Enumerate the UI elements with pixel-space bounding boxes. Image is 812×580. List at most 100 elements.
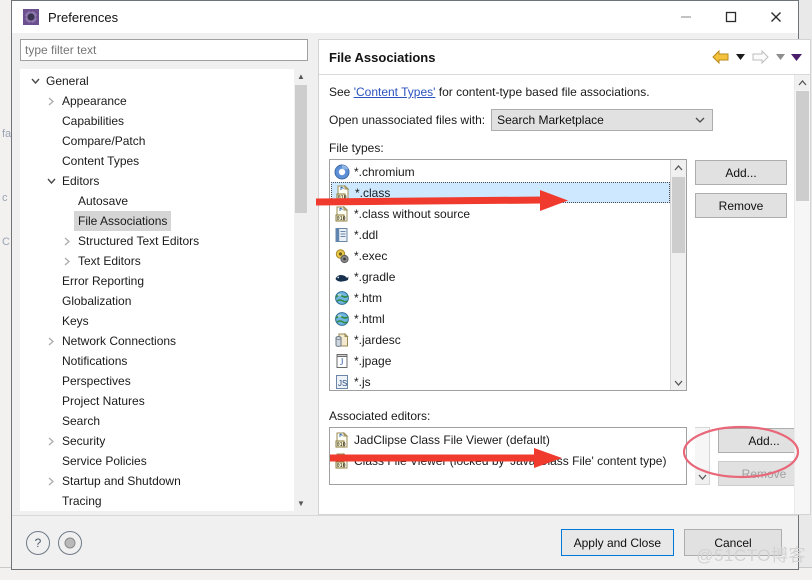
- sidebar-item-content-types[interactable]: Content Types: [20, 151, 294, 171]
- chevron-right-icon[interactable]: [44, 431, 58, 451]
- file-type-row[interactable]: *.html: [330, 308, 671, 329]
- sidebar-item-startup-and-shutdown[interactable]: Startup and Shutdown: [20, 471, 294, 491]
- sidebar-item-search[interactable]: Search: [20, 411, 294, 431]
- types-scroll-up-icon[interactable]: [671, 160, 685, 175]
- sidebar-item-text-editors[interactable]: Text Editors: [20, 251, 294, 271]
- sidebar-item-label: Autosave: [78, 194, 129, 208]
- types-scroll-down-icon[interactable]: [671, 375, 685, 390]
- minimize-button[interactable]: [663, 1, 708, 32]
- types-scrollbar-thumb[interactable]: [672, 177, 685, 253]
- sidebar-item-label: Text Editors: [78, 254, 141, 268]
- sidebar-item-project-natures[interactable]: Project Natures: [20, 391, 294, 411]
- tree-scroll-up-icon[interactable]: ▲: [294, 69, 308, 84]
- sidebar-item-capabilities[interactable]: Capabilities: [20, 111, 294, 131]
- file-type-row[interactable]: *.htm: [330, 287, 671, 308]
- sidebar-item-network-connections[interactable]: Network Connections: [20, 331, 294, 351]
- sidebar-item-globalization[interactable]: Globalization: [20, 291, 294, 311]
- file-type-row[interactable]: *.ddl: [330, 224, 671, 245]
- file-type-row[interactable]: JS *.js: [330, 371, 671, 390]
- file-types-remove-button[interactable]: Remove: [695, 193, 787, 218]
- close-button[interactable]: [753, 1, 798, 32]
- sidebar-item-general[interactable]: General: [20, 71, 294, 91]
- maximize-button[interactable]: [708, 1, 753, 32]
- file-type-name: *.htm: [354, 290, 383, 305]
- sidebar-item-structured-text-editors[interactable]: Structured Text Editors: [20, 231, 294, 251]
- panel-header: File Associations: [319, 40, 810, 75]
- associated-editors-scrollbar[interactable]: [695, 427, 710, 485]
- sidebar-item-editors[interactable]: Editors: [20, 171, 294, 191]
- svg-text:010: 010: [338, 195, 347, 201]
- record-circle-icon[interactable]: [58, 530, 82, 555]
- file-type-name: *.html: [354, 311, 385, 326]
- exec-file-icon: [334, 248, 350, 264]
- sidebar-item-appearance[interactable]: Appearance: [20, 91, 294, 111]
- associated-editor-row[interactable]: 010 JadClipse Class File Viewer (default): [330, 429, 686, 450]
- chevron-down-icon[interactable]: [28, 71, 42, 91]
- sidebar-item-label: Capabilities: [62, 114, 125, 128]
- file-types-label: File types:: [329, 141, 384, 155]
- file-types-list[interactable]: *.chromium 010 *.class 010 *.class without s…: [329, 159, 687, 391]
- forward-menu-chevron-down-icon[interactable]: [774, 47, 786, 67]
- panel-scroll-up-icon[interactable]: [795, 75, 809, 90]
- footer-buttons: Apply and Close Cancel: [560, 529, 782, 556]
- jpage-icon: J: [334, 353, 350, 369]
- bg-ghost-text-2: C: [2, 236, 10, 248]
- filter-input[interactable]: [20, 39, 308, 61]
- tree-scrollbar-thumb[interactable]: [295, 85, 307, 213]
- sidebar-item-file-associations[interactable]: File Associations: [20, 211, 294, 231]
- panel-vertical-scrollbar[interactable]: [794, 75, 810, 514]
- sidebar-item-label: Globalization: [62, 294, 132, 308]
- sidebar-item-service-policies[interactable]: Service Policies: [20, 451, 294, 471]
- chevron-right-icon[interactable]: [60, 251, 74, 271]
- globe-icon: [334, 311, 350, 327]
- sidebar-item-security[interactable]: Security: [20, 431, 294, 451]
- assoc-scroll-down-icon[interactable]: [695, 469, 709, 484]
- view-menu-chevron-icon[interactable]: [790, 47, 802, 67]
- file-types-scrollbar[interactable]: [670, 160, 686, 390]
- sidebar-item-keys[interactable]: Keys: [20, 311, 294, 331]
- file-types-add-button[interactable]: Add...: [695, 160, 787, 185]
- file-type-row[interactable]: 010 *.class without source: [330, 203, 671, 224]
- sidebar-item-perspectives[interactable]: Perspectives: [20, 371, 294, 391]
- file-type-row[interactable]: *.jardesc: [330, 329, 671, 350]
- sidebar-item-label: Perspectives: [62, 374, 131, 388]
- globe-icon: [334, 290, 350, 306]
- file-type-row[interactable]: *.chromium: [330, 161, 671, 182]
- open-unassociated-combo[interactable]: Search Marketplace: [491, 109, 714, 131]
- sidebar-item-compare-patch[interactable]: Compare/Patch: [20, 131, 294, 151]
- file-type-row[interactable]: 010 *.class: [331, 182, 670, 203]
- back-arrow-icon[interactable]: [710, 47, 730, 67]
- file-type-row[interactable]: *.exec: [330, 245, 671, 266]
- tree-vertical-scrollbar[interactable]: ▲ ▼: [294, 69, 308, 511]
- sidebar-item-label: Security: [62, 434, 106, 448]
- back-menu-chevron-down-icon[interactable]: [734, 47, 746, 67]
- chevron-right-icon[interactable]: [44, 91, 58, 111]
- help-question-icon[interactable]: ?: [26, 530, 50, 555]
- file-type-row[interactable]: *.gradle: [330, 266, 671, 287]
- chevron-right-icon[interactable]: [60, 231, 74, 251]
- sidebar-item-tracing[interactable]: Tracing: [20, 491, 294, 511]
- content-types-link[interactable]: 'Content Types': [354, 85, 436, 99]
- sidebar-item-label: Compare/Patch: [62, 134, 146, 148]
- sidebar-item-autosave[interactable]: Autosave: [20, 191, 294, 211]
- tree-scroll-down-icon[interactable]: ▼: [294, 496, 308, 511]
- chevron-right-icon[interactable]: [44, 471, 58, 491]
- panel-scrollbar-thumb[interactable]: [796, 91, 809, 201]
- apply-and-close-button[interactable]: Apply and Close: [560, 529, 674, 556]
- chevron-right-icon[interactable]: [44, 331, 58, 351]
- sidebar-item-notifications[interactable]: Notifications: [20, 351, 294, 371]
- sidebar-item-error-reporting[interactable]: Error Reporting: [20, 271, 294, 291]
- sidebar-item-label: Structured Text Editors: [78, 234, 200, 248]
- associated-editor-row[interactable]: 010 Class File Viewer (locked by 'Java Cl…: [330, 450, 686, 471]
- forward-arrow-icon[interactable]: [750, 47, 770, 67]
- associated-editors-list[interactable]: 010 JadClipse Class File Viewer (default)…: [329, 427, 687, 485]
- dialog-title: Preferences: [48, 9, 119, 25]
- chevron-down-icon[interactable]: [44, 171, 58, 191]
- cancel-button[interactable]: Cancel: [684, 529, 782, 556]
- file-type-name: *.js: [354, 374, 371, 389]
- file-type-name: *.class: [355, 185, 391, 200]
- file-type-row[interactable]: J *.jpage: [330, 350, 671, 371]
